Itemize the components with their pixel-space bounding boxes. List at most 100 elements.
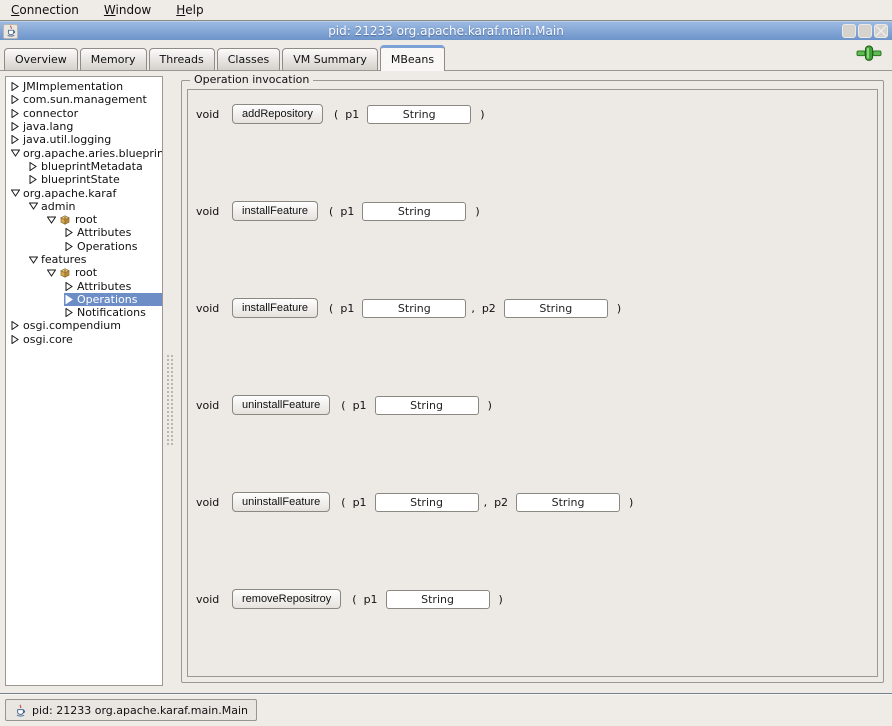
tree-item-content: osgi.compendium [10, 319, 162, 332]
collapsed-arrow-icon[interactable] [64, 295, 74, 304]
tree-item-org-apache-karaf[interactable]: org.apache.karaf [6, 186, 162, 199]
collapsed-arrow-icon[interactable] [10, 335, 20, 344]
tree-item-label: connector [23, 107, 78, 120]
tree-item-content: Attributes [64, 279, 162, 292]
tree-item-notifications[interactable]: Notifications [6, 306, 162, 319]
operation-button-installfeature[interactable]: installFeature [232, 201, 318, 221]
param-input-string[interactable] [367, 105, 471, 124]
collapsed-arrow-icon[interactable] [64, 228, 74, 237]
operation-invocation-group: Operation invocation voidaddRepository(p… [181, 80, 884, 683]
minimize-button[interactable] [842, 24, 856, 38]
expanded-arrow-icon[interactable] [28, 256, 38, 264]
tree-item-osgi-compendium[interactable]: osgi.compendium [6, 319, 162, 332]
expanded-arrow-icon[interactable] [46, 216, 56, 224]
menu-help[interactable]: Help [167, 1, 212, 19]
tree-item-operations[interactable]: Operations [6, 240, 162, 253]
tree-item-jmimplementation[interactable]: JMImplementation [6, 80, 162, 93]
collapsed-arrow-icon[interactable] [10, 321, 20, 330]
collapsed-arrow-icon[interactable] [10, 82, 20, 91]
tree-item-label: admin [41, 200, 75, 213]
tab-threads[interactable]: Threads [149, 48, 215, 70]
tree-item-com-sun-management[interactable]: com.sun.management [6, 93, 162, 106]
tree-item-content: org.apache.karaf [10, 186, 162, 199]
operation-button-uninstallfeature[interactable]: uninstallFeature [232, 492, 330, 512]
collapsed-arrow-icon[interactable] [10, 109, 20, 118]
tab-vm-summary[interactable]: VM Summary [282, 48, 378, 70]
mbean-tree: JMImplementationcom.sun.managementconnec… [5, 76, 163, 686]
tree-item-features[interactable]: features [6, 253, 162, 266]
operation-button-addrepository[interactable]: addRepository [232, 104, 323, 124]
operation-line: voiduninstallFeature(p1,p2) [192, 492, 633, 512]
collapsed-arrow-icon[interactable] [28, 175, 38, 184]
frame-taskbar-button[interactable]: pid: 21233 org.apache.karaf.main.Main [5, 699, 257, 721]
tree-item-attributes[interactable]: Attributes [6, 279, 162, 292]
tree-item-label: Attributes [77, 226, 131, 239]
menu-window[interactable]: Window [95, 1, 160, 19]
collapsed-arrow-icon[interactable] [64, 282, 74, 291]
window-controls [842, 24, 888, 38]
group-title: Operation invocation [190, 73, 313, 86]
maximize-button[interactable] [858, 24, 872, 38]
tree-item-operations[interactable]: Operations [6, 293, 162, 306]
operation-button-removerepositroy[interactable]: removeRepositroy [232, 589, 341, 609]
param-input-string[interactable] [362, 202, 466, 221]
collapsed-arrow-icon[interactable] [64, 242, 74, 251]
collapsed-arrow-icon[interactable] [10, 95, 20, 104]
tab-memory[interactable]: Memory [80, 48, 147, 70]
collapsed-arrow-icon[interactable] [10, 135, 20, 144]
return-type: void [196, 496, 226, 509]
tree-item-root[interactable]: root [6, 213, 162, 226]
paren-open: ( [341, 399, 345, 412]
menu-connection[interactable]: Connection [2, 1, 88, 19]
tab-classes[interactable]: Classes [217, 48, 280, 70]
param-input-string[interactable] [516, 493, 620, 512]
tree-item-java-util-logging[interactable]: java.util.logging [6, 133, 162, 146]
tree-item-content: features [28, 253, 162, 266]
tree-item-label: root [75, 213, 97, 226]
paren-open: ( [341, 496, 345, 509]
paren-close: ) [488, 399, 492, 412]
return-type: void [196, 593, 226, 606]
param-input-string[interactable] [386, 590, 490, 609]
tree-item-content: Attributes [64, 226, 162, 239]
tab-bar: OverviewMemoryThreadsClassesVM SummaryMB… [0, 40, 892, 70]
collapsed-arrow-icon[interactable] [28, 162, 38, 171]
param-name: p1 [353, 399, 367, 412]
connection-plug-icon [856, 45, 882, 64]
tree-item-java-lang[interactable]: java.lang [6, 120, 162, 133]
expanded-arrow-icon[interactable] [10, 189, 20, 197]
operation-button-installfeature[interactable]: installFeature [232, 298, 318, 318]
tree-item-blueprintstate[interactable]: blueprintState [6, 173, 162, 186]
split-pane-divider[interactable] [164, 71, 177, 694]
tree-item-blueprintmetadata[interactable]: blueprintMetadata [6, 160, 162, 173]
tree-item-label: osgi.core [23, 333, 73, 346]
tree-item-label: java.util.logging [23, 133, 111, 146]
tree-item-admin[interactable]: admin [6, 200, 162, 213]
tree-item-label: Attributes [77, 280, 131, 293]
param-input-string[interactable] [375, 396, 479, 415]
param-input-string[interactable] [375, 493, 479, 512]
expanded-arrow-icon[interactable] [28, 202, 38, 210]
tree-item-org-apache-aries-blueprint[interactable]: org.apache.aries.blueprint [6, 146, 162, 159]
tab-mbeans[interactable]: MBeans [380, 45, 445, 71]
param-input-string[interactable] [504, 299, 608, 318]
tree-item-root[interactable]: root [6, 266, 162, 279]
param-separator: , [471, 302, 475, 315]
param-input-string[interactable] [362, 299, 466, 318]
param-name: p2 [482, 302, 496, 315]
tree-item-attributes[interactable]: Attributes [6, 226, 162, 239]
paren-close: ) [629, 496, 633, 509]
operation-row: voiduninstallFeature(p1,p2) [192, 492, 877, 589]
expanded-arrow-icon[interactable] [10, 149, 20, 157]
expanded-arrow-icon[interactable] [46, 269, 56, 277]
tree-item-connector[interactable]: connector [6, 107, 162, 120]
close-button[interactable] [874, 24, 888, 38]
collapsed-arrow-icon[interactable] [64, 308, 74, 317]
collapsed-arrow-icon[interactable] [10, 122, 20, 131]
tab-overview[interactable]: Overview [4, 48, 78, 70]
splitter-grip[interactable] [166, 354, 175, 446]
tree-item-osgi-core[interactable]: osgi.core [6, 333, 162, 346]
operation-button-uninstallfeature[interactable]: uninstallFeature [232, 395, 330, 415]
internal-frame-titlebar[interactable]: pid: 21233 org.apache.karaf.main.Main [0, 21, 892, 40]
return-type: void [196, 108, 226, 121]
